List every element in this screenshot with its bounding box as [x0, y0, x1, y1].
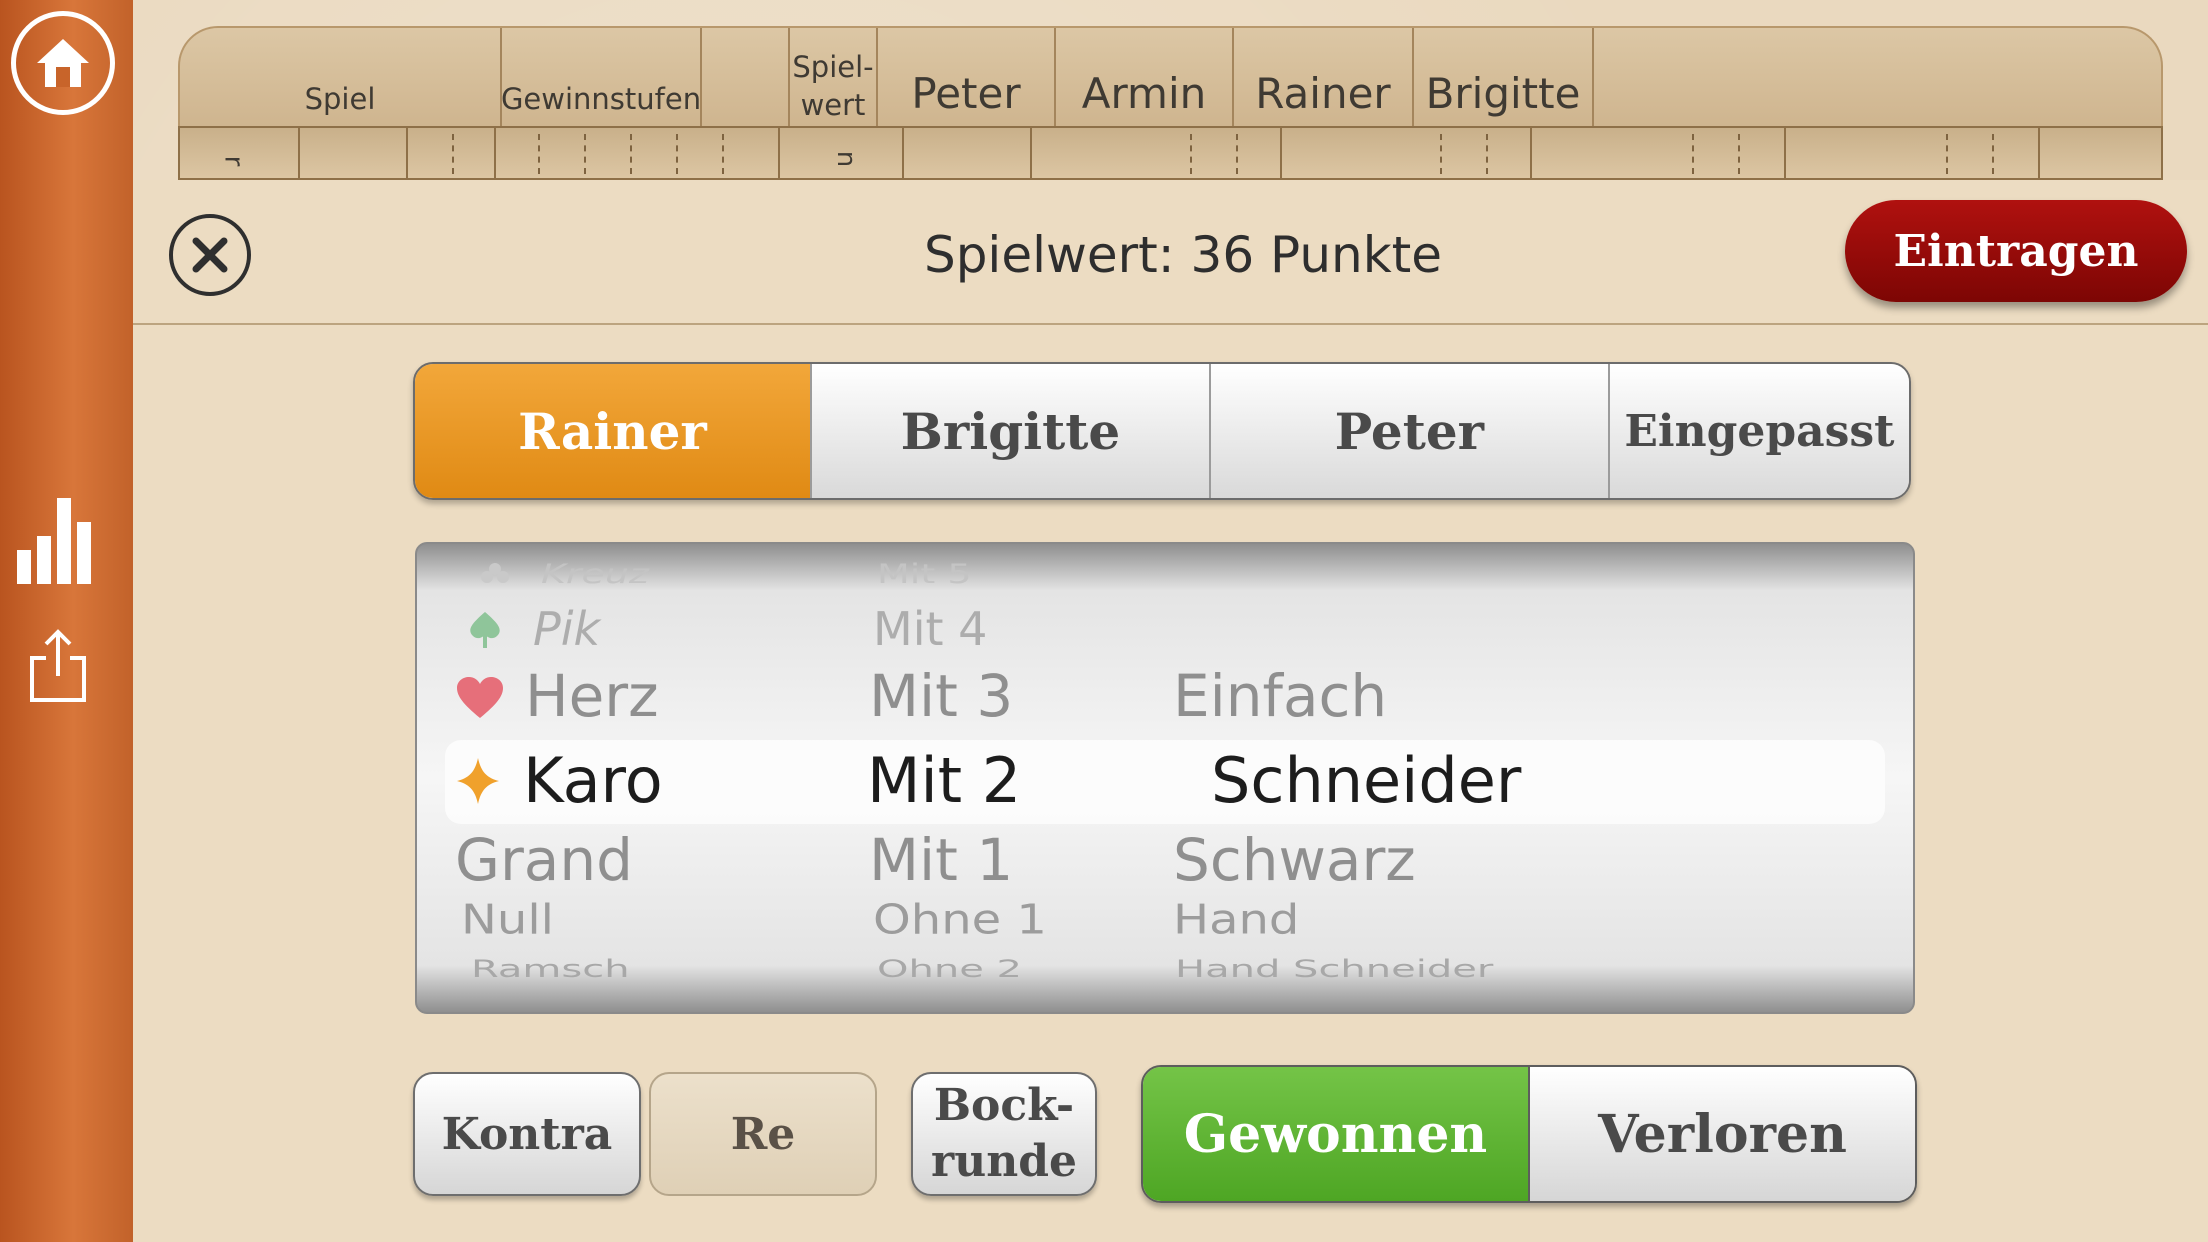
picker-gametype-pik[interactable]: Pik [533, 602, 600, 656]
row-cell: n [780, 128, 904, 180]
row-tick [452, 134, 454, 174]
picker-matadors-ohne1[interactable]: Ohne 1 [873, 896, 1047, 944]
row-cell [300, 128, 408, 180]
picker-level-schwarz[interactable]: Schwarz [1173, 826, 1416, 894]
column-spielwert-line1: Spiel- [792, 50, 874, 84]
picker-level-hand-schneider[interactable]: Hand Schneider [1175, 955, 1493, 983]
picker-level-schneider[interactable]: Schneider [1211, 744, 1521, 817]
picker-level-einfach[interactable]: Einfach [1173, 662, 1387, 730]
row-tick [1692, 134, 1694, 174]
hearts-icon [457, 677, 503, 718]
column-player-rainer[interactable]: Rainer [1234, 28, 1414, 128]
picker-gametype-null[interactable]: Null [461, 896, 554, 944]
score-table-row: r n [178, 126, 2163, 180]
game-entry-panel: Spielwert: 36 Punkte Eintragen Rainer Br… [133, 180, 2208, 1242]
row-tick [1946, 134, 1948, 174]
home-icon [37, 39, 89, 87]
column-gewinnstufen: Gewinnstufen [501, 28, 702, 128]
picker-matadors-mit2[interactable]: Mit 2 [867, 744, 1021, 817]
column-player-peter[interactable]: Peter [878, 28, 1056, 128]
row-tick [538, 134, 540, 174]
bar-chart-icon[interactable] [17, 498, 93, 584]
diamonds-icon [457, 758, 499, 804]
spades-icon [470, 612, 500, 648]
player-option-brigitte[interactable]: Brigitte [811, 364, 1211, 498]
won-button[interactable]: Gewonnen [1143, 1067, 1530, 1201]
player-selector: Rainer Brigitte Peter Eingepasst [413, 362, 1911, 500]
main-area: Spiel Gewinnstufen Spiel- wert Peter Arm… [133, 0, 2208, 1242]
row-tick [676, 134, 678, 174]
row-tick [1738, 134, 1740, 174]
picker-gametype-grand[interactable]: Grand [455, 826, 633, 894]
score-table-header: Spiel Gewinnstufen Spiel- wert Peter Arm… [178, 26, 2163, 128]
row-tick [630, 134, 632, 174]
row-tick [722, 134, 724, 174]
close-button[interactable] [169, 214, 251, 296]
row-tick [1236, 134, 1238, 174]
column-spiel: Spiel [180, 28, 502, 128]
row-cell [1032, 128, 1282, 180]
column-spielwert: Spiel- wert [790, 28, 878, 128]
game-picker[interactable]: Kreuz Pik Herz Karo Grand Null Ramsch Mi… [415, 542, 1915, 1014]
row-cell: r [180, 128, 300, 180]
row-tick [1440, 134, 1442, 174]
bockrunde-line1: Bock- [933, 1080, 1075, 1131]
picker-matadors-mit4[interactable]: Mit 4 [873, 602, 987, 656]
player-option-peter[interactable]: Peter [1210, 364, 1610, 498]
result-selector: Gewonnen Verloren [1141, 1065, 1917, 1203]
game-value-title: Spielwert: 36 Punkte [923, 226, 1443, 284]
picker-gametype-herz[interactable]: Herz [525, 662, 659, 730]
kontra-button[interactable]: Kontra [413, 1072, 641, 1196]
row-tick [584, 134, 586, 174]
home-button[interactable] [11, 11, 115, 115]
row-cell [496, 128, 780, 180]
picker-matadors-mit3[interactable]: Mit 3 [869, 662, 1013, 730]
picker-gametype-kreuz[interactable]: Kreuz [541, 559, 649, 590]
row-fragment: r [218, 155, 249, 167]
player-option-eingepasst[interactable]: Eingepasst [1609, 364, 1909, 498]
column-player-armin[interactable]: Armin [1056, 28, 1234, 128]
close-icon [192, 237, 228, 273]
row-cell [1786, 128, 2040, 180]
share-icon[interactable] [28, 628, 88, 704]
row-fragment: n [831, 150, 862, 168]
picker-gametype-ramsch[interactable]: Ramsch [471, 955, 630, 983]
picker-matadors-ohne2[interactable]: Ohne 2 [877, 955, 1022, 983]
row-tick [1486, 134, 1488, 174]
panel-toolbar: Spielwert: 36 Punkte Eintragen [133, 180, 2208, 325]
row-cell [1282, 128, 1532, 180]
row-cell [408, 128, 496, 180]
bockrunde-button[interactable]: Bock- runde [911, 1072, 1097, 1196]
picker-gametype-karo[interactable]: Karo [523, 744, 663, 817]
sidebar [0, 0, 133, 1242]
row-cell [1532, 128, 1786, 180]
picker-matadors-mit1[interactable]: Mit 1 [869, 826, 1013, 894]
clubs-icon [481, 563, 509, 583]
lost-button[interactable]: Verloren [1530, 1067, 1915, 1201]
row-tick [1992, 134, 1994, 174]
bockrunde-line2: runde [931, 1136, 1077, 1187]
row-cell [904, 128, 1032, 180]
re-button[interactable]: Re [649, 1072, 877, 1196]
row-tick [1190, 134, 1192, 174]
enter-button[interactable]: Eintragen [1845, 200, 2187, 302]
column-empty [702, 28, 790, 128]
column-spielwert-line2: wert [800, 88, 866, 122]
picker-level-hand[interactable]: Hand [1173, 896, 1299, 944]
column-player-brigitte[interactable]: Brigitte [1414, 28, 1594, 128]
picker-matadors-mit5[interactable]: Mit 5 [877, 559, 972, 590]
player-option-rainer[interactable]: Rainer [415, 364, 812, 498]
